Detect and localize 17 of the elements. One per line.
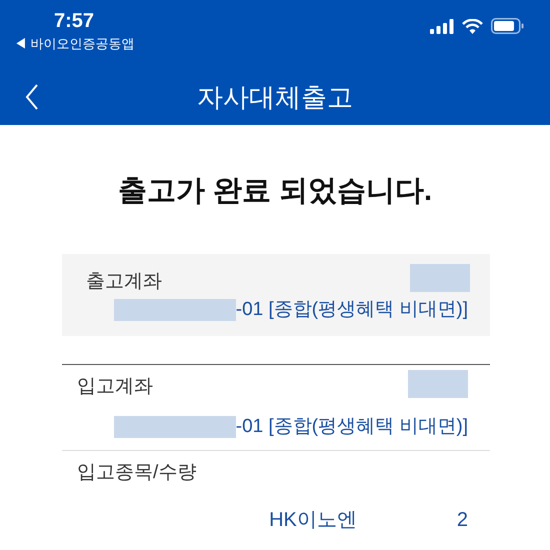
completion-message: 출고가 완료 되었습니다. — [118, 174, 432, 209]
blur-mask — [410, 264, 470, 292]
item-label: 입고종목/수량 — [76, 460, 198, 484]
account-label: 출고계좌 — [86, 270, 162, 294]
stock-quantity: 2 — [456, 508, 468, 533]
wifi-icon — [462, 18, 483, 34]
account-label: 입고계좌 — [77, 374, 153, 398]
signal-icon — [430, 18, 454, 34]
stock-name: HK이노엔 — [269, 508, 357, 533]
account-number: -01 [종합(평생혜택 비대면)] — [236, 414, 468, 438]
blur-mask — [408, 370, 468, 398]
screen-title: 자사대체출고 — [197, 81, 353, 114]
chevron-left-icon — [25, 84, 39, 110]
account-number: -01 [종합(평생혜택 비대면)] — [236, 298, 468, 322]
battery-icon — [491, 18, 524, 34]
back-to-app-link[interactable]: ◀ 바이오인증공동앱 — [14, 34, 135, 54]
status-time: 7:57 — [54, 9, 94, 34]
